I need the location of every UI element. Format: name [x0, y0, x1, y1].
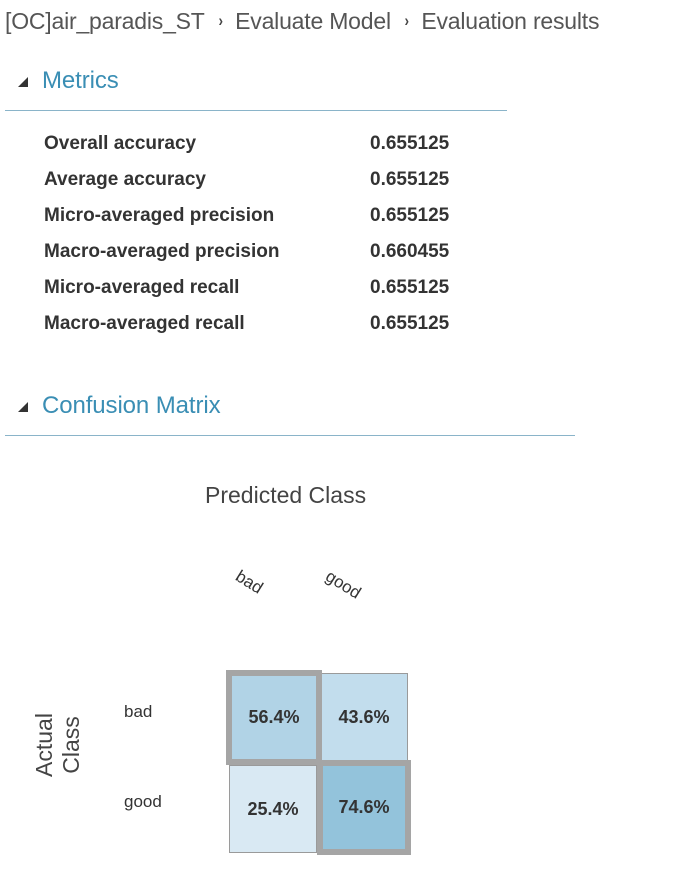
metric-label: Macro-averaged precision [44, 241, 280, 262]
confusion-matrix-section-toggle[interactable]: Confusion Matrix [5, 390, 221, 422]
row-label-good: good [124, 792, 162, 811]
metrics-table: Overall accuracy 0.655125 Average accura… [44, 126, 490, 342]
metrics-section-toggle[interactable]: Metrics [5, 65, 119, 97]
breadcrumb: [OC]air_paradis_ST › Evaluate Model › Ev… [5, 4, 599, 38]
metric-value: 0.655125 [370, 133, 450, 154]
metric-label: Average accuracy [44, 169, 206, 190]
column-label-bad: bad [232, 566, 267, 598]
breadcrumb-module-link[interactable]: Evaluate Model [235, 8, 391, 35]
breadcrumb-experiment-link[interactable]: [OC]air_paradis_ST [5, 8, 205, 35]
metric-row: Micro-averaged precision 0.655125 [44, 198, 490, 234]
chevron-right-icon: › [218, 11, 223, 30]
metric-value: 0.660455 [370, 241, 450, 262]
metric-row: Overall accuracy 0.655125 [44, 126, 490, 162]
chevron-right-icon: › [404, 11, 409, 30]
metric-value: 0.655125 [370, 169, 450, 190]
column-label-good: good [322, 566, 365, 603]
confusion-cell-bad-bad[interactable]: 56.4% [226, 670, 322, 765]
row-label-bad: bad [124, 702, 153, 721]
breadcrumb-current-page: Evaluation results [421, 7, 600, 34]
collapse-triangle-icon [18, 77, 28, 87]
confusion-matrix-divider [5, 435, 575, 436]
collapse-triangle-icon [18, 402, 28, 412]
predicted-class-axis-title: Predicted Class [205, 482, 367, 508]
metric-row: Macro-averaged recall 0.655125 [44, 306, 490, 342]
metric-row: Micro-averaged recall 0.655125 [44, 270, 490, 306]
metric-label: Macro-averaged recall [44, 313, 245, 334]
metric-label: Micro-averaged precision [44, 205, 275, 226]
metric-row: Average accuracy 0.655125 [44, 162, 490, 198]
metric-value: 0.655125 [370, 313, 450, 334]
metrics-section-title: Metrics [42, 67, 119, 94]
confusion-cell-good-bad[interactable]: 25.4% [229, 765, 317, 853]
metric-label: Micro-averaged recall [44, 277, 240, 298]
metric-value: 0.655125 [370, 277, 450, 298]
confusion-cell-bad-good[interactable]: 43.6% [320, 673, 408, 761]
metric-row: Macro-averaged precision 0.660455 [44, 234, 490, 270]
confusion-matrix-section-title: Confusion Matrix [42, 392, 221, 419]
metrics-divider [5, 110, 507, 111]
metric-value: 0.655125 [370, 205, 450, 226]
metric-label: Overall accuracy [44, 133, 197, 154]
confusion-cell-good-good[interactable]: 74.6% [317, 760, 411, 855]
actual-class-axis-title: Actual Class [31, 713, 84, 777]
